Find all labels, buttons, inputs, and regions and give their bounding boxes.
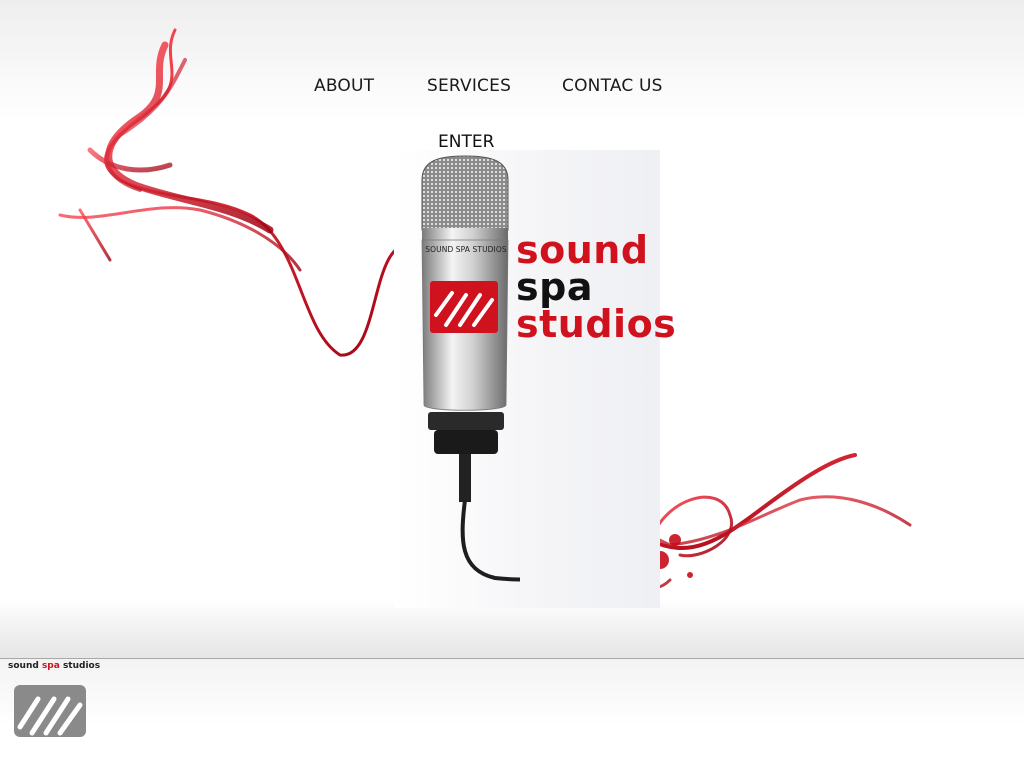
enter-link[interactable]: ENTER [438,132,494,152]
footer-brand-spa: spa [41,661,60,671]
studio-logo-mark-icon[interactable] [14,685,86,737]
brand-word-studios: studios [516,302,677,346]
nav-contact[interactable]: CONTAC US [562,76,663,96]
microphone-icon[interactable] [410,150,520,600]
footer-brand: sound spa studios [8,661,100,671]
microphone-label: SOUND SPA STUDIOS [425,245,507,254]
brand-wordmark: sound spa studios [516,228,677,346]
brand-word-sound: sound [516,228,649,272]
brand-word-spa: spa [516,265,593,309]
footer: sound spa studios [0,658,1024,769]
stage: ABOUT SERVICES CONTAC US ENTER SOUND SPA… [0,0,1024,660]
nav-services[interactable]: SERVICES [427,76,511,96]
footer-brand-sound: sound [8,661,39,671]
footer-brand-studios: studios [62,661,101,671]
nav-about[interactable]: ABOUT [314,76,374,96]
